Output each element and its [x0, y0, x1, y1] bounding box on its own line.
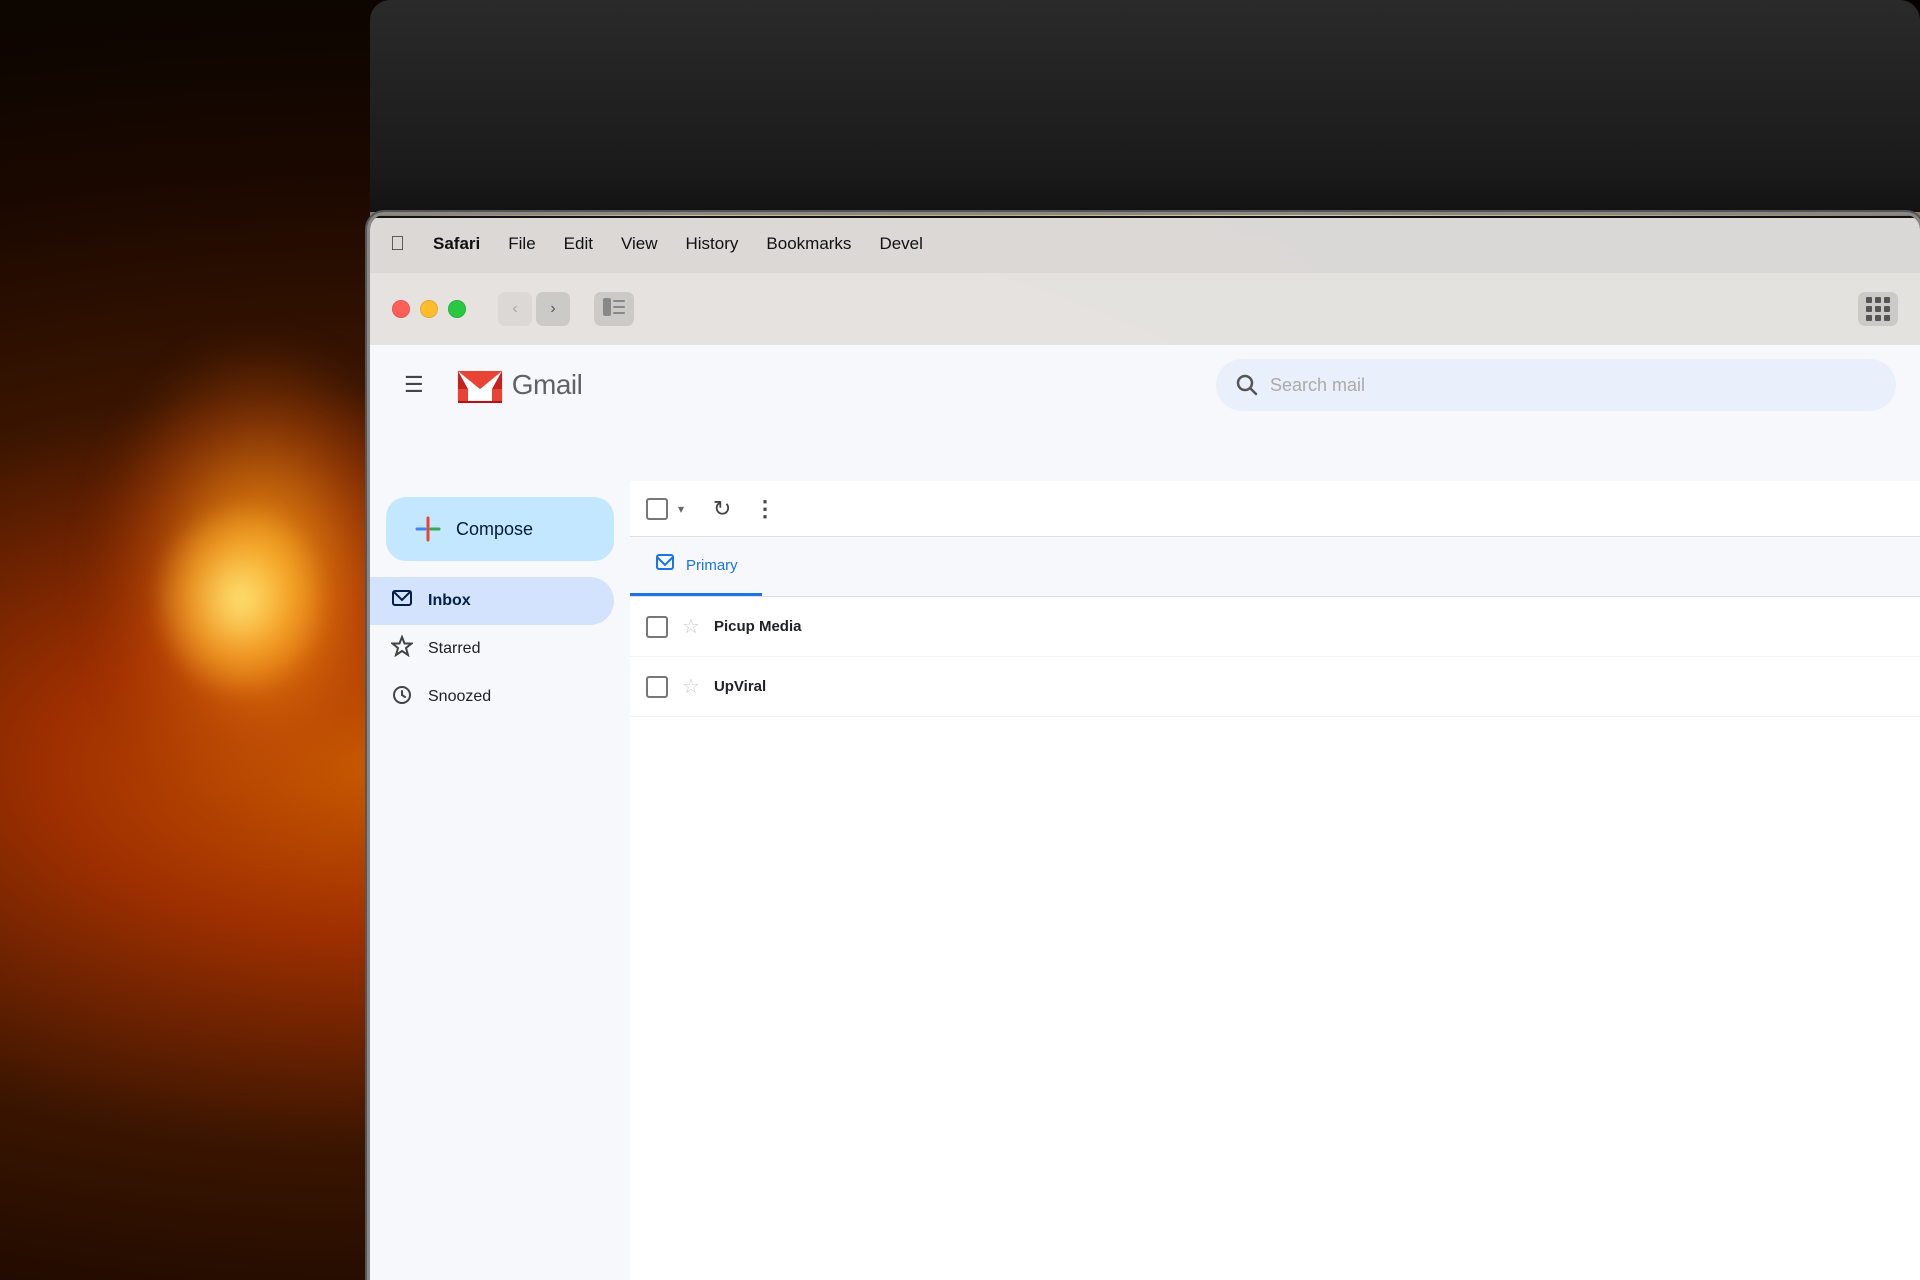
more-icon: ⋮ — [754, 496, 778, 522]
edit-menu[interactable]: Edit — [564, 234, 593, 254]
forward-button[interactable]: › — [536, 292, 570, 326]
search-input[interactable]: Search mail — [1270, 375, 1876, 396]
email-sender-2: UpViral — [714, 678, 914, 695]
search-area[interactable]: Search mail — [1216, 359, 1896, 411]
gmail-header: ☰ Gmail — [370, 345, 1920, 425]
compose-button[interactable]: Compose — [386, 497, 614, 561]
email-sender-1: Picup Media — [714, 618, 914, 635]
more-options-button[interactable]: ⋮ — [748, 491, 784, 527]
nav-buttons: ‹ › — [498, 292, 570, 326]
tab-primary-label: Primary — [686, 557, 738, 574]
bookmarks-menu[interactable]: Bookmarks — [766, 234, 851, 254]
hamburger-button[interactable]: ☰ — [394, 362, 434, 408]
sidebar-item-snoozed[interactable]: Snoozed — [370, 673, 614, 721]
sidebar-toggle-icon — [603, 298, 625, 321]
gmail-sidebar: Compose Inbox Starred — [370, 481, 630, 1280]
clock-icon — [390, 683, 414, 711]
laptop-frame:  Safari File Edit View History Bookmark… — [370, 0, 1920, 1280]
traffic-lights — [392, 300, 466, 318]
gmail-wordmark: Gmail — [512, 369, 583, 401]
star-button-1[interactable]: ☆ — [682, 614, 700, 639]
minimize-window-button[interactable] — [420, 300, 438, 318]
table-row[interactable]: ☆ Picup Media — [630, 597, 1920, 657]
bokeh-light-small — [150, 500, 330, 700]
history-menu[interactable]: History — [686, 234, 739, 254]
star-icon — [390, 635, 414, 663]
file-menu[interactable]: File — [508, 234, 535, 254]
sidebar-item-starred[interactable]: Starred — [370, 625, 614, 673]
email-checkbox-1[interactable] — [646, 616, 668, 638]
fullscreen-window-button[interactable] — [448, 300, 466, 318]
table-row[interactable]: ☆ UpViral — [630, 657, 1920, 717]
chevron-left-icon: ‹ — [512, 300, 517, 318]
inbox-tab-icon — [654, 551, 676, 579]
select-all-checkbox[interactable] — [646, 498, 668, 520]
tab-primary[interactable]: Primary — [630, 537, 762, 596]
chevron-right-icon: › — [550, 300, 555, 318]
extensions-button[interactable] — [1858, 292, 1898, 326]
inbox-icon — [390, 587, 414, 615]
gmail-tabs: Primary — [630, 537, 1920, 597]
laptop-top-bezel — [370, 0, 1920, 218]
gmail-logo: Gmail — [454, 359, 583, 411]
sidebar-item-snoozed-label: Snoozed — [428, 688, 491, 706]
apple-menu-icon[interactable]:  — [390, 233, 405, 256]
select-dropdown-chevron[interactable]: ▾ — [678, 502, 684, 516]
safari-menu[interactable]: Safari — [433, 234, 480, 254]
browser-chrome: ‹ › — [370, 273, 1920, 345]
back-button[interactable]: ‹ — [498, 292, 532, 326]
gmail-toolbar: ▾ ↻ ⋮ — [630, 481, 1920, 537]
view-menu[interactable]: View — [621, 234, 658, 254]
star-button-2[interactable]: ☆ — [682, 674, 700, 699]
email-checkbox-2[interactable] — [646, 676, 668, 698]
sidebar-item-starred-label: Starred — [428, 640, 480, 658]
compose-plus-icon — [414, 515, 442, 543]
sidebar-item-inbox-label: Inbox — [428, 592, 471, 610]
refresh-button[interactable]: ↻ — [704, 491, 740, 527]
develop-menu[interactable]: Devel — [879, 234, 922, 254]
gmail-area: ☰ Gmail — [370, 345, 1920, 1280]
sidebar-item-inbox[interactable]: Inbox — [370, 577, 614, 625]
search-icon — [1236, 374, 1258, 396]
sidebar-toggle-button[interactable] — [594, 292, 634, 326]
hamburger-icon: ☰ — [404, 372, 424, 398]
close-window-button[interactable] — [392, 300, 410, 318]
compose-label: Compose — [456, 519, 533, 540]
gmail-m-icon — [454, 359, 506, 411]
grid-icon — [1866, 297, 1890, 321]
email-list: ▾ ↻ ⋮ Primary — [630, 481, 1920, 1280]
refresh-icon: ↻ — [713, 496, 731, 522]
mac-menubar:  Safari File Edit View History Bookmark… — [370, 215, 1920, 273]
